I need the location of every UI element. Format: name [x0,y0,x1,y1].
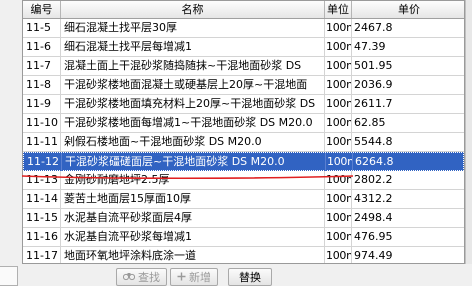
cell-name: 混凝土面上干混砂浆随捣随抹~干混地面砂浆 DS [61,57,325,75]
table-row[interactable]: 11-10干混砂浆楼地面每增减1~干混地面砂浆 DS M20.0100m262.… [23,114,464,133]
cell-code: 11-16 [23,228,61,246]
cell-name: 水泥基自流平砂浆面层4厚 [61,209,325,227]
cell-code: 11-10 [23,114,61,132]
table-header: 编号 名称 单位 单价 [23,1,464,19]
cell-name: 干混砂浆楼地面混凝土或硬基层上20厚~干混地面 [61,76,325,94]
add-button[interactable]: 新增 [170,268,218,286]
cell-name: 剁假石楼地面~干混地面砂浆 DS M20.0 [61,133,325,151]
cell-name: 细石混凝土找平层每增减1 [61,38,325,56]
cell-price: 4312.2 [352,190,464,208]
add-label: 新增 [189,271,211,284]
vertical-scrollbar[interactable] [465,0,472,264]
find-label: 查找 [138,271,160,284]
table-row[interactable]: 11-7混凝土面上干混砂浆随捣随抹~干混地面砂浆 DS100m2501.95 [23,57,464,76]
plus-icon [177,269,186,286]
cell-unit: 100m2 [325,38,352,56]
replace-button[interactable]: 替换 [228,268,272,286]
cell-unit: 100m2 [325,228,352,246]
cell-unit: 100m2 [325,209,352,227]
replace-label: 替换 [239,271,261,284]
cell-code: 11-12 [24,153,62,171]
table-row[interactable]: 11-11剁假石楼地面~干混地面砂浆 DS M20.0100m25544.8 [23,133,464,152]
table-row[interactable]: 11-6细石混凝土找平层每增减1100m247.39 [23,38,464,57]
cell-price: 47.39 [352,38,464,56]
find-button[interactable]: 查找 [116,268,167,286]
table-row[interactable]: 11-15水泥基自流平砂浆面层4厚100m22498.4 [23,209,464,228]
cell-price: 501.95 [352,57,464,75]
cell-code: 11-6 [23,38,61,56]
cell-price: 476.95 [352,228,464,246]
header-name[interactable]: 名称 [61,1,325,18]
table-body: 11-5细石混凝土找平层30厚100m22467.811-6细石混凝土找平层每增… [23,19,464,263]
cell-code: 11-11 [23,133,61,151]
cell-code: 11-14 [23,190,61,208]
cell-unit: 100m2 [325,133,352,151]
table-row[interactable]: 11-8干混砂浆楼地面混凝土或硬基层上20厚~干混地面100m22036.9 [23,76,464,95]
cell-unit: 100m2 [325,95,352,113]
table-row[interactable]: 11-9干混砂浆楼地面填充材料上20厚~干混地面砂浆 DS100m22611.7 [23,95,464,114]
cell-code: 11-7 [23,57,61,75]
cell-price: 2802.2 [352,171,464,189]
cell-price: 2498.4 [352,209,464,227]
cell-unit: 100m2 [325,247,352,263]
table-row[interactable]: 11-12干混砂浆礓磋面层~干混地面砂浆 DS M20.0100m26264.8 [23,152,464,171]
binoculars-icon [122,269,136,286]
cell-name: 地面环氧地坪涂料底涂一道 [61,247,325,263]
cell-code: 11-8 [23,76,61,94]
cell-price: 6264.8 [353,153,464,171]
cell-price: 5544.8 [352,133,464,151]
cell-price: 62.85 [352,114,464,132]
cell-unit: 100m2 [325,114,352,132]
header-price[interactable]: 单价 [352,1,464,18]
cell-unit: 100m2 [325,190,352,208]
cell-name: 菱苦土地面层15厚面10厚 [61,190,325,208]
cell-name: 水泥基自流平砂浆每增减1 [61,228,325,246]
cell-price: 974.49 [352,247,464,263]
cell-name: 干混砂浆楼地面填充材料上20厚~干混地面砂浆 DS [61,95,325,113]
cell-unit: 100m2 [325,76,352,94]
table-row[interactable]: 11-5细石混凝土找平层30厚100m22467.8 [23,19,464,38]
cell-name: 干混砂浆礓磋面层~干混地面砂浆 DS M20.0 [62,153,326,171]
cell-code: 11-15 [23,209,61,227]
quota-table: 编号 名称 单位 单价 11-5细石混凝土找平层30厚100m22467.811… [22,0,465,264]
cell-price: 2611.7 [352,95,464,113]
cell-unit: 100m2 [325,57,352,75]
cell-price: 2467.8 [352,19,464,37]
red-underline-annotation [21,175,354,180]
cell-name: 干混砂浆楼地面每增减1~干混地面砂浆 DS M20.0 [61,114,325,132]
cell-name: 细石混凝土找平层30厚 [61,19,325,37]
cell-code: 11-5 [23,19,61,37]
bottom-toolbar: 查找 新增 替换 [0,266,472,286]
cell-code: 11-17 [23,247,61,263]
table-row[interactable]: 11-16水泥基自流平砂浆每增减1100m2476.95 [23,228,464,247]
cell-code: 11-9 [23,95,61,113]
table-row[interactable]: 11-14菱苦土地面层15厚面10厚100m24312.2 [23,190,464,209]
header-unit[interactable]: 单位 [325,1,352,18]
cell-unit: 100m2 [325,19,352,37]
table-row[interactable]: 11-17地面环氧地坪涂料底涂一道100m2974.49 [23,247,464,263]
cell-unit: 100m2 [326,153,353,171]
cell-price: 2036.9 [352,76,464,94]
header-code[interactable]: 编号 [23,1,61,18]
